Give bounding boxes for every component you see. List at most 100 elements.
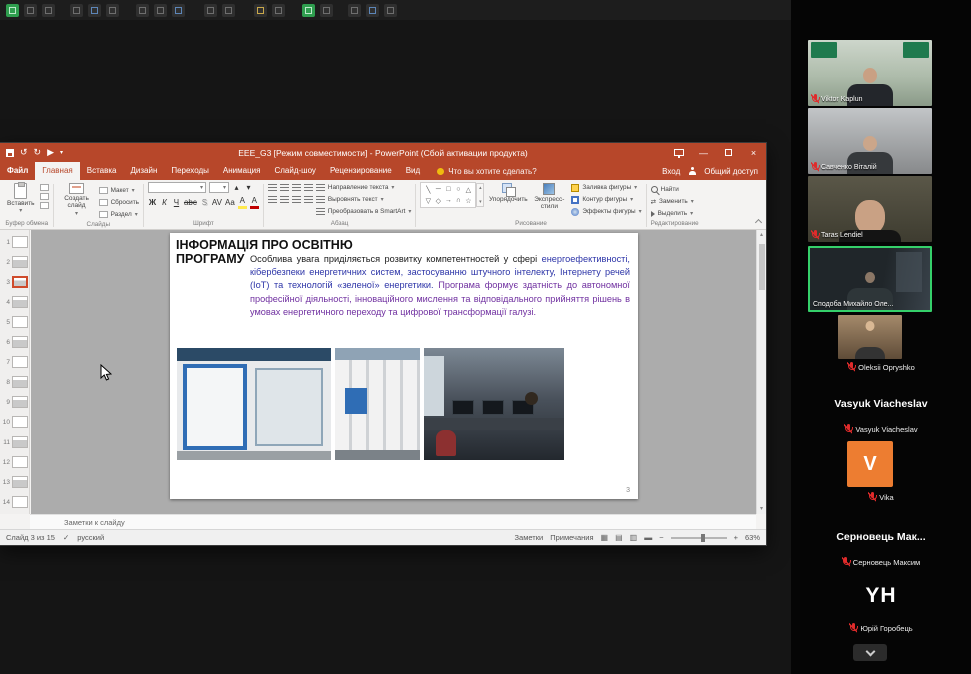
reading-view-button[interactable]: ▥ [630,533,638,542]
quick-styles-button[interactable]: Экспресс-стили [530,182,568,212]
toolbar-icon[interactable] [302,4,315,17]
copy-icon[interactable] [40,193,49,200]
slide-thumbnail[interactable]: 12 [0,452,29,472]
shapes-gallery[interactable]: ╲ ─ □ ○ △ ▽ ◇ → ∩ ☆ ▴ ▾ [420,182,476,208]
slide-body-text[interactable]: Особлива увага приділяється розвитку ком… [250,253,630,319]
character-spacing-button[interactable]: AV [212,198,222,208]
font-size-select[interactable]: ▾ [209,182,229,193]
restore-button[interactable] [716,143,741,162]
slide-thumbnail[interactable]: 4 [0,292,29,312]
cut-icon[interactable] [40,184,49,191]
decrease-indent-icon[interactable] [292,184,301,191]
change-case-button[interactable]: Аа [225,198,235,208]
toolbar-icon[interactable] [348,4,361,17]
participant-display-name[interactable]: Серновець Мак... [791,531,971,543]
bullets-icon[interactable] [268,184,277,191]
slide-sorter-button[interactable]: ▤ [615,533,623,542]
increase-indent-icon[interactable] [304,184,313,191]
current-slide[interactable]: ІНФОРМАЦІЯ ПРО ОСВІТНЮ ПРОГРАМУ Особлива… [170,233,638,499]
notes-pane[interactable]: Заметки к слайду [30,514,756,529]
customize-qat-icon[interactable]: ▾ [60,150,63,156]
minimize-button[interactable]: — [691,143,716,162]
collapse-ribbon-icon[interactable] [755,219,762,226]
vertical-scrollbar[interactable]: ▴ ▾ [756,230,766,514]
tell-me-search[interactable]: Что вы хотите сделать? [437,162,536,180]
zoom-level[interactable]: 63% [745,533,760,542]
zoom-slider[interactable] [671,537,727,539]
scrollbar-thumb[interactable] [759,244,765,290]
reset-button[interactable]: Сбросить [99,197,139,208]
spellcheck-icon[interactable]: ✓ [63,533,69,542]
display-settings-button[interactable] [666,143,691,162]
comments-toggle[interactable]: Примечания [550,533,593,542]
switchboard-panels-photo[interactable] [335,348,420,460]
share-button[interactable]: Общий доступ [704,167,758,176]
slide-thumbnail[interactable]: 14 [0,492,29,512]
tab-slideshow[interactable]: Слайд-шоу [267,162,322,180]
toolbar-icon[interactable] [24,4,37,17]
participant-video-tile[interactable]: Савченко Віталій [808,108,932,174]
bold-button[interactable]: Ж [148,198,157,208]
participant-video-tile[interactable]: Taras Lendiel [808,176,932,242]
align-center-icon[interactable] [280,196,289,203]
participant-video-tile[interactable]: Viktor Kaplun [808,40,932,106]
tab-review[interactable]: Рецензирование [323,162,399,180]
toolbar-icon[interactable] [172,4,185,17]
tab-insert[interactable]: Вставка [80,162,124,180]
slide-thumbnail[interactable]: 8 [0,372,29,392]
title-bar[interactable]: ↺ ↻ ▶ ▾ EEE_G3 [Режим совместимости] - P… [0,143,766,162]
arrange-button[interactable]: Упорядочить [489,182,527,204]
scroll-down-icon[interactable]: ▾ [757,504,766,514]
more-participants-button[interactable] [853,644,887,661]
format-painter-icon[interactable] [40,202,49,209]
toolbar-icon[interactable] [106,4,119,17]
language-indicator[interactable]: русский [77,533,104,542]
toolbar-icon[interactable] [88,4,101,17]
start-slideshow-icon[interactable]: ▶ [47,148,54,157]
toolbar-icon[interactable] [136,4,149,17]
italic-button[interactable]: К [160,198,169,208]
slide-thumbnail[interactable]: 9 [0,392,29,412]
participant-video-tile[interactable] [838,315,902,359]
tab-animations[interactable]: Анимация [216,162,268,180]
align-right-icon[interactable] [292,196,301,203]
toolbar-icon[interactable] [366,4,379,17]
strikethrough-button[interactable]: abc [184,198,197,208]
zoom-slider-thumb[interactable] [701,534,705,542]
tab-design[interactable]: Дизайн [123,162,164,180]
slide-thumbnail[interactable]: 6 [0,332,29,352]
find-button[interactable]: Найти [651,184,694,195]
shapes-scroll[interactable]: ▴ ▾ [476,183,484,207]
slide-thumbnail[interactable]: 10 [0,412,29,432]
zoom-in-button[interactable]: + [734,533,738,542]
section-button[interactable]: Раздел▾ [99,209,139,220]
align-text-button[interactable]: Выровнять текст▾ [316,194,412,205]
slide-thumbnail[interactable]: 7 [0,352,29,372]
slide-thumbnail-selected[interactable]: 3 [0,272,29,292]
toolbar-icon[interactable] [222,4,235,17]
toolbar-icon[interactable] [204,4,217,17]
app-icon[interactable] [6,4,19,17]
redo-icon[interactable]: ↻ [34,148,42,157]
slide-canvas[interactable]: ІНФОРМАЦІЯ ПРО ОСВІТНЮ ПРОГРАМУ Особлива… [31,230,756,514]
shape-effects-button[interactable]: Эффекты фигуры▾ [571,206,641,217]
save-icon[interactable] [6,149,14,157]
lab-equipment-photo[interactable] [177,348,331,460]
notes-toggle[interactable]: Заметки [515,533,544,542]
new-slide-button[interactable]: Создать слайд ▾ [58,182,96,218]
slide-thumbnail[interactable]: 13 [0,472,29,492]
toolbar-icon[interactable] [154,4,167,17]
shrink-font-icon[interactable]: ▾ [244,183,253,193]
toolbar-icon[interactable] [384,4,397,17]
tab-view[interactable]: Вид [399,162,427,180]
toolbar-icon[interactable] [320,4,333,17]
zoom-out-button[interactable]: − [659,533,663,542]
grow-font-icon[interactable]: ▴ [232,183,241,193]
slide-thumbnail[interactable]: 1 [0,232,29,252]
participant-avatar[interactable]: V [847,441,893,487]
numbering-icon[interactable] [280,184,289,191]
paste-button[interactable]: Вставить ▾ [5,182,37,215]
shape-fill-button[interactable]: Заливка фигуры▾ [571,182,641,193]
toolbar-icon[interactable] [70,4,83,17]
text-direction-button[interactable]: Направление текста▾ [316,182,412,193]
